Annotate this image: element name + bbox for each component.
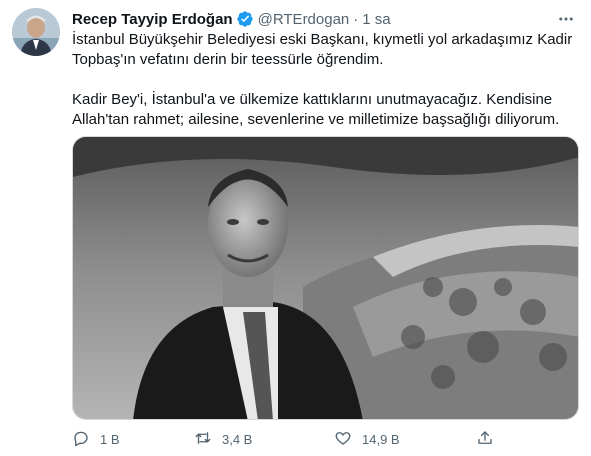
share-icon — [476, 429, 494, 450]
heart-icon — [334, 429, 352, 450]
avatar[interactable] — [12, 8, 60, 56]
tweet-header: Recep Tayyip Erdoğan @RTErdogan · 1 sa — [72, 8, 577, 30]
display-name[interactable]: Recep Tayyip Erdoğan — [72, 11, 233, 28]
like-button[interactable]: 14,9 B — [334, 428, 400, 450]
retweet-icon — [194, 429, 212, 450]
timestamp[interactable]: 1 sa — [362, 11, 390, 28]
handle[interactable]: @RTErdogan — [258, 11, 350, 28]
reply-button[interactable]: 1 B — [72, 428, 120, 450]
retweet-button[interactable]: 3,4 B — [194, 428, 252, 450]
tweet-actions: 1 B 3,4 B 14,9 B — [72, 428, 579, 450]
verified-badge-icon — [236, 10, 254, 28]
reply-icon — [72, 429, 90, 450]
tweet-paragraph: İstanbul Büyükşehir Belediyesi eski Başk… — [72, 31, 573, 68]
tweet-text: İstanbul Büyükşehir Belediyesi eski Başk… — [72, 30, 577, 130]
more-dots-icon[interactable] — [555, 8, 577, 30]
share-button[interactable] — [476, 428, 494, 450]
reply-count: 1 B — [100, 431, 120, 447]
separator-dot: · — [353, 10, 359, 28]
tweet-photo[interactable] — [72, 136, 579, 420]
tweet-paragraph: Kadir Bey'i, İstanbul'a ve ülkemize katt… — [72, 91, 560, 128]
like-count: 14,9 B — [362, 431, 400, 447]
retweet-count: 3,4 B — [222, 431, 253, 447]
